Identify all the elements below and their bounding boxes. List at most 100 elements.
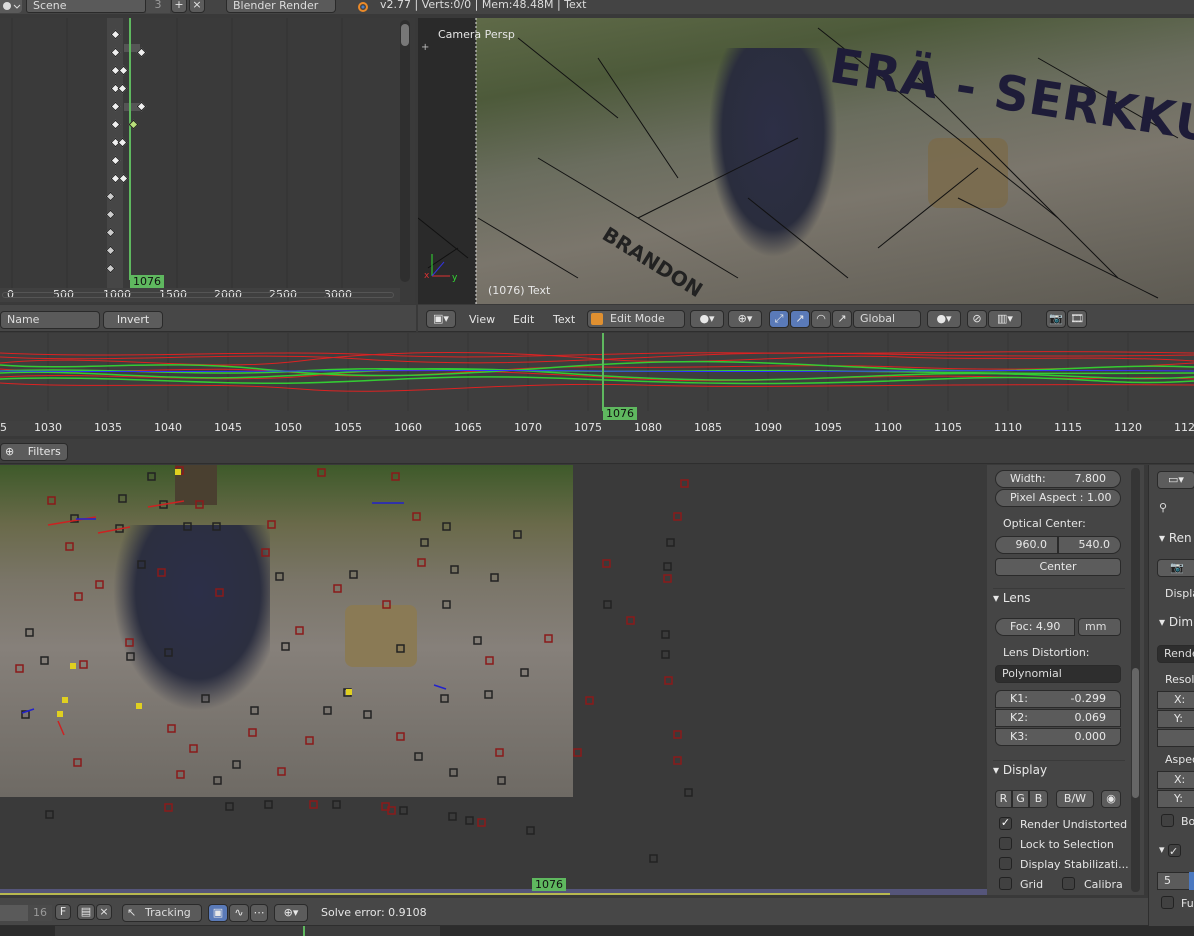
channel-b-button[interactable]: B	[1029, 790, 1048, 808]
tick-label: 1115	[1054, 421, 1082, 434]
scene-user-count: 3	[146, 0, 170, 13]
render-animation-button[interactable]: 🎞	[1067, 310, 1087, 328]
transform-orientation-selector[interactable]: Global	[853, 310, 921, 328]
display-panel-header[interactable]: ▾ Display	[993, 760, 1125, 780]
delete-scene-button[interactable]: ×	[189, 0, 205, 13]
k3-field[interactable]: K3: 0.000	[995, 728, 1121, 746]
menu-view[interactable]: View	[469, 313, 495, 326]
properties-editor-type-button[interactable]: ▭▾	[1157, 471, 1194, 489]
panel-enable-checkbox[interactable]: ✓	[1168, 843, 1182, 858]
manipulator-toggle[interactable]: ⤢	[769, 310, 789, 328]
k1-field[interactable]: K1: -0.299	[995, 690, 1121, 708]
calibration-checkbox[interactable]	[1062, 877, 1075, 890]
dopesheet-current-frame[interactable]: 1076	[130, 275, 164, 288]
lock-to-selection-checkbox[interactable]	[999, 837, 1012, 850]
viewport-shading-button[interactable]: ●▾	[690, 310, 724, 328]
tick-label: 1080	[634, 421, 662, 434]
k2-field[interactable]: K2: 0.069	[995, 709, 1121, 727]
resolution-y-field[interactable]: Y:	[1157, 710, 1194, 728]
display-stabilization-label: Display Stabilizati...	[1020, 858, 1129, 871]
clip-cache-bar	[0, 893, 890, 895]
render-panel-header[interactable]: ▾ Ren	[1159, 531, 1192, 545]
viewport-3d[interactable]: ERÄ - SERKKU BRANDON Camera Persp (1076)…	[418, 18, 1194, 304]
edit-mode-icon	[591, 313, 603, 325]
props-scrollbar[interactable]	[1131, 468, 1140, 892]
clip-frame-field[interactable]: 16	[28, 905, 52, 921]
open-clip-button[interactable]: ▤	[77, 904, 95, 920]
resolution-percent-field[interactable]	[1157, 729, 1194, 747]
render-button[interactable]: 📷	[1157, 559, 1194, 577]
horizontal-scrollbar[interactable]	[2, 292, 394, 298]
display-stabilization-checkbox[interactable]	[999, 857, 1012, 870]
tracking-graph[interactable]: 1076	[0, 333, 1194, 423]
panel-header-collapsed[interactable]: ▾ ✓	[1159, 843, 1182, 858]
graph-current-frame[interactable]: 1076	[603, 407, 637, 420]
focal-unit-selector[interactable]: mm	[1078, 618, 1121, 636]
scene-selector[interactable]: Scene	[26, 0, 146, 13]
k3-label: K3:	[1010, 730, 1028, 743]
bottom-timeline-strip[interactable]	[0, 926, 1194, 936]
dopesheet-view-button[interactable]: ⋯	[250, 904, 268, 922]
timeline-playhead[interactable]	[303, 926, 305, 936]
menu-edit[interactable]: Edit	[513, 313, 534, 326]
dimensions-panel-header[interactable]: ▾ Dim	[1159, 615, 1193, 629]
aspect-y-field[interactable]: Y:	[1157, 790, 1194, 808]
resolution-x-field[interactable]: X:	[1157, 691, 1194, 709]
optical-center-x-field[interactable]: 960.0	[995, 536, 1058, 554]
add-scene-button[interactable]: +	[171, 0, 187, 13]
grid-label: Grid	[1020, 878, 1044, 891]
pin-icon[interactable]: ⚲	[1159, 501, 1167, 514]
center-button[interactable]: Center	[995, 558, 1121, 576]
axis-gizmo-icon: yx	[424, 254, 458, 283]
svg-text:y: y	[452, 273, 458, 283]
tick-label: 1040	[154, 421, 182, 434]
graph-view-button[interactable]: ∿	[229, 904, 249, 922]
proportional-edit-button[interactable]: ●▾	[927, 310, 961, 328]
scale-manipulator[interactable]: ↗	[832, 310, 852, 328]
tick-label: 1075	[574, 421, 602, 434]
pixel-aspect-field[interactable]: Pixel Aspect : 1.00	[995, 489, 1121, 507]
pivot-selector-button[interactable]: ⊕▾	[274, 904, 308, 922]
clip-current-frame[interactable]: 1076	[532, 878, 566, 891]
dopesheet-scrollbar[interactable]	[400, 20, 410, 282]
lens-panel-header[interactable]: ▾ Lens	[993, 588, 1125, 608]
frame-rate-value: 5	[1164, 874, 1171, 887]
clip-editor[interactable]: 1076	[0, 465, 987, 895]
clip-view-button[interactable]: ▣	[208, 904, 228, 922]
render-undistorted-checkbox[interactable]: ✓	[999, 817, 1012, 830]
render-engine-selector[interactable]: Blender Render	[226, 0, 336, 13]
rotate-manipulator[interactable]: ◠	[811, 310, 831, 328]
snap-toggle[interactable]: ⊘	[967, 310, 987, 328]
tick-label: 1095	[814, 421, 842, 434]
render-presets-selector[interactable]: Rende	[1157, 645, 1194, 663]
channel-g-button[interactable]: G	[1012, 790, 1029, 808]
width-value: 7.800	[1074, 472, 1107, 485]
name-filter-selector[interactable]: Name	[0, 311, 100, 329]
aspect-x-field[interactable]: X:	[1157, 771, 1194, 789]
invert-button[interactable]: Invert	[103, 311, 163, 329]
optical-center-y-field[interactable]: 540.0	[1058, 536, 1121, 554]
bw-button[interactable]: B/W	[1056, 790, 1094, 808]
k3-value: 0.000	[1074, 730, 1107, 743]
clip-name-field[interactable]	[0, 905, 28, 921]
viewport-editor-type-button[interactable]: ▣▾	[426, 310, 456, 328]
border-checkbox[interactable]	[1161, 814, 1174, 827]
add-region-icon[interactable]: +	[421, 42, 429, 53]
grid-checkbox[interactable]	[999, 877, 1012, 890]
menu-text[interactable]: Text	[553, 313, 575, 326]
channel-r-button[interactable]: R	[995, 790, 1012, 808]
snap-element-button[interactable]: ▥▾	[988, 310, 1022, 328]
editor-type-icon[interactable]	[0, 0, 22, 13]
filters-toggle[interactable]: ⊕ Filters	[0, 443, 68, 461]
preview-eye-icon[interactable]: ◉	[1101, 790, 1121, 808]
fake-user-button[interactable]: F	[55, 904, 71, 920]
full-sample-checkbox[interactable]	[1161, 896, 1174, 909]
distortion-model-selector[interactable]: Polynomial	[995, 665, 1121, 683]
translate-manipulator[interactable]: ↗	[790, 310, 810, 328]
pivot-point-button[interactable]: ⊕▾	[728, 310, 762, 328]
render-still-button[interactable]: 📷	[1046, 310, 1066, 328]
sensor-width-field[interactable]: Width: 7.800	[995, 470, 1121, 488]
unlink-clip-button[interactable]: ×	[96, 904, 112, 920]
focal-length-field[interactable]: Foc: 4.90	[995, 618, 1075, 636]
dopesheet-editor[interactable]: 1076	[0, 18, 415, 304]
